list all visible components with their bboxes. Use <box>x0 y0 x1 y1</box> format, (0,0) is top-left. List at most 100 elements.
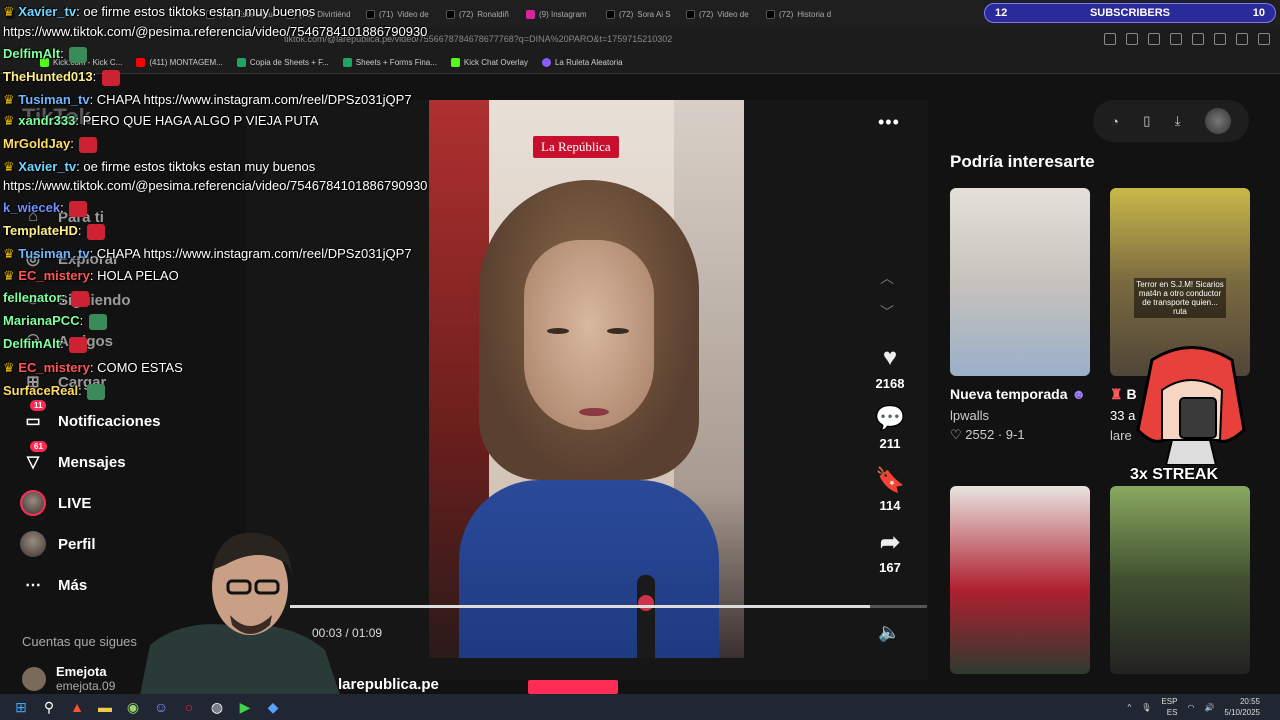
browser-tab[interactable]: (72) Ronaldiñ <box>440 0 520 28</box>
clock[interactable]: 20:55 5/10/2025 <box>1224 696 1260 718</box>
chevron-down-icon[interactable]: ﹀ <box>880 302 894 322</box>
file-explorer-icon[interactable]: ▬ <box>96 698 114 716</box>
chevron-up-icon[interactable]: ^ <box>1128 703 1132 712</box>
comment-count: 211 <box>879 436 901 451</box>
bookmark[interactable]: Sheets + Forms Fina... <box>342 58 437 67</box>
recommended-video-author[interactable]: lpwalls <box>950 408 989 423</box>
sidebar-item-label: Explorar <box>58 250 119 268</box>
browser-tab[interactable] <box>60 0 200 28</box>
extension-icon[interactable] <box>1148 33 1160 45</box>
download-icon[interactable]: ⤓ <box>1175 113 1181 129</box>
sidebar-item-cargar[interactable]: ⊞ Cargar <box>20 369 106 395</box>
opera-icon[interactable]: ○ <box>180 698 198 716</box>
more-icon: ⋯ <box>25 577 41 594</box>
media-icon[interactable] <box>1170 33 1182 45</box>
coin-icon[interactable]: ◔ <box>1111 114 1119 129</box>
wallet-icon[interactable] <box>1214 33 1226 45</box>
browser-tab[interactable]: (72) Video de <box>680 0 760 28</box>
speaker-icon[interactable]: 🔊 <box>1204 703 1214 712</box>
profile-avatar[interactable] <box>1204 108 1231 134</box>
keyboard-code: ES <box>1166 708 1178 717</box>
recommended-video-thumbnail[interactable] <box>950 486 1090 674</box>
sidebar-item-label: Mensajes <box>58 453 126 471</box>
bookmark[interactable]: Copia de Sheets + F... <box>236 58 329 67</box>
recommended-video-author[interactable]: lare <box>1110 428 1132 443</box>
sidebar-item-explorar[interactable]: ◎ Explorar <box>20 246 119 272</box>
windows-start-icon[interactable]: ⊞ <box>12 698 30 716</box>
heart-outline-icon: ♡ <box>950 427 962 442</box>
save-count: 114 <box>879 498 901 513</box>
video-player[interactable]: La República <box>429 100 744 658</box>
search-icon[interactable]: ⚲ <box>40 698 58 716</box>
wifi-icon[interactable]: ◠ <box>1187 703 1194 712</box>
bookmark[interactable]: Kick Chat Overlay <box>450 58 528 67</box>
sidebar-icon[interactable] <box>1192 33 1204 45</box>
streamer-webcam <box>140 532 340 695</box>
streak-label: 3x STREAK <box>1130 466 1219 483</box>
windows-taskbar: ⊞ ⚲ ▲ ▬ ◉ ☺ ○ ◍ ▶ ◆ <box>0 694 1280 720</box>
tab-count: (71) <box>299 9 314 19</box>
roulette-icon <box>541 58 551 67</box>
comment-button[interactable]: 💬 211 <box>866 404 914 452</box>
sidebar-item-notificaciones[interactable]: ▭ 11 Notificaciones <box>20 400 161 434</box>
video-author[interactable]: larepublica.pe <box>338 676 439 693</box>
sidebar-item-amigos[interactable]: ⚇ Amigos <box>20 328 113 354</box>
media-player-icon[interactable]: ▶ <box>236 698 254 716</box>
share-button[interactable]: ➦ 167 <box>866 528 914 576</box>
more-options-icon[interactable]: ••• <box>878 112 900 133</box>
bookmark-label: Kick.com - Kick C... <box>53 58 123 67</box>
subscriber-label: SUBSCRIBERS <box>1089 7 1171 19</box>
menu-icon[interactable] <box>1258 33 1270 45</box>
app-icon[interactable]: ◆ <box>264 698 282 716</box>
brave-browser-icon[interactable]: ▲ <box>68 698 86 716</box>
sidebar-item-perfil[interactable]: Perfil <box>20 531 96 557</box>
sidebar-item-live[interactable]: LIVE <box>20 490 91 516</box>
friends-icon: ⚇ <box>25 333 41 350</box>
system-tray: ^ 🎙 ESP ES ◠ 🔊 20:55 5/10/2025 <box>1128 696 1260 718</box>
tab-label: Video de <box>717 9 749 19</box>
follow-button[interactable] <box>528 680 618 694</box>
bookmark[interactable]: Kick.com - Kick C... <box>40 58 122 67</box>
following-title: Cuentas que sigues <box>22 634 137 649</box>
recommended-video-title[interactable]: Nueva temporada ☻ <box>950 386 1086 402</box>
recommended-video-thumbnail[interactable] <box>1110 486 1250 674</box>
tab-count: (71) <box>379 9 394 19</box>
chevron-up-icon[interactable]: ︿ <box>880 268 894 288</box>
app-icon[interactable]: ◉ <box>124 698 142 716</box>
device-icon[interactable]: ▯ <box>1143 113 1150 129</box>
bookmark[interactable]: La Ruleta Aleatoria <box>541 58 623 67</box>
volume-icon[interactable]: 🔈 <box>878 622 900 643</box>
microphone-icon[interactable]: 🎙 <box>1141 703 1151 712</box>
following-account[interactable]: Emejota emejota.09 <box>22 664 115 694</box>
save-button[interactable]: 🔖 114 <box>866 466 914 514</box>
extension-icon[interactable] <box>1104 33 1116 45</box>
alert-icon: ♜ <box>1110 386 1123 402</box>
obs-icon[interactable]: ◍ <box>208 698 226 716</box>
language-indicator[interactable]: ESP ES <box>1161 696 1177 718</box>
sidebar-item-para-ti[interactable]: ⌂ Para ti <box>20 204 104 230</box>
bookmark[interactable]: (411) MONTAGEM... <box>136 58 223 67</box>
tiktok-logo[interactable]: TikTok <box>22 104 91 130</box>
extension-icon[interactable] <box>1126 33 1138 45</box>
browser-tab[interactable]: (71) Este es tu <box>200 0 280 28</box>
url-input[interactable]: tiktok.com/@larepublica.pe/video/7556678… <box>284 34 672 44</box>
browser-tab[interactable]: (72) Historia d <box>760 0 840 28</box>
discord-icon[interactable]: ☺ <box>152 698 170 716</box>
tiktok-icon <box>286 9 295 19</box>
sidebar-item-mensajes[interactable]: ▽ 61 Mensajes <box>20 441 126 475</box>
browser-tab[interactable] <box>0 0 60 28</box>
video-progress-bar[interactable] <box>290 605 927 608</box>
tab-count: (72) <box>699 9 714 19</box>
browser-tab[interactable]: (71) Video de <box>360 0 440 28</box>
browser-tab[interactable]: (9) Instagram <box>520 0 600 28</box>
sidebar-item-mas[interactable]: ⋯ Más <box>20 572 87 598</box>
like-button[interactable]: ♥ 2168 <box>866 344 914 391</box>
recommended-video-thumbnail[interactable] <box>950 188 1090 376</box>
sidebar-item-siguiendo[interactable]: ☺ Siguiendo <box>20 287 131 313</box>
vpn-icon[interactable] <box>1236 33 1248 45</box>
browser-tab[interactable]: (71) Divirtiénd <box>280 0 360 28</box>
bookmark-label: Copia de Sheets + F... <box>249 58 329 67</box>
home-icon: ⌂ <box>28 208 38 225</box>
browser-tab[interactable]: (72) Sora Ai S <box>600 0 680 28</box>
sidebar-item-label: Más <box>58 576 88 594</box>
